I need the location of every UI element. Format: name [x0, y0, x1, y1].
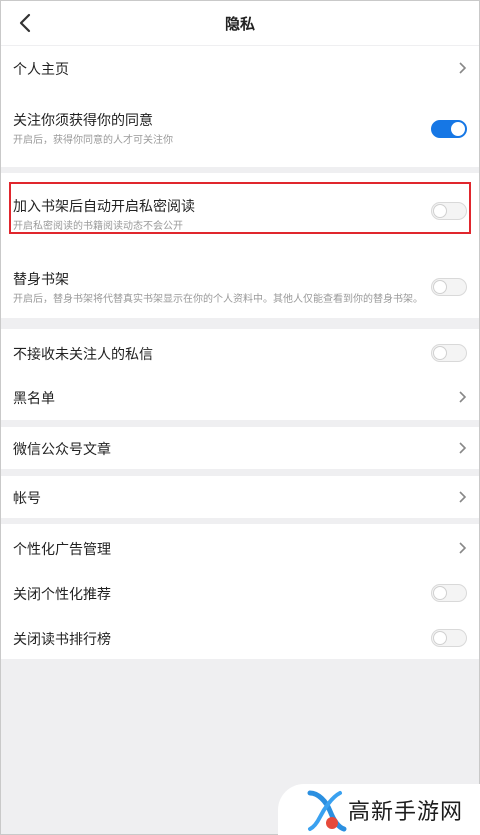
- close-recommend-label: 关闭个性化推荐: [13, 587, 111, 603]
- blacklist-label: 黑名单: [13, 391, 55, 407]
- chevron-right-icon: [459, 391, 467, 403]
- section-ads: 个性化广告管理 关闭个性化推荐 关闭读书排行榜: [1, 524, 479, 659]
- substitute-shelf-toggle[interactable]: [431, 278, 467, 296]
- close-ranking-label: 关闭读书排行榜: [13, 632, 111, 648]
- toggle-knob: [433, 631, 447, 645]
- close-ranking-toggle[interactable]: [431, 629, 467, 647]
- wechat-articles-label: 微信公众号文章: [13, 442, 111, 458]
- follow-consent-label: 关注你须获得你的同意: [13, 113, 153, 129]
- substitute-shelf-label: 替身书架: [13, 272, 69, 288]
- page-title: 隐私: [224, 15, 255, 33]
- substitute-shelf-row: 替身书架 开启后，替身书架将代替真实书架显示在你的个人资料中。其他人仅能查看到你…: [1, 265, 479, 305]
- section-account: 帐号: [1, 476, 479, 518]
- ad-management-label: 个性化广告管理: [13, 542, 111, 558]
- ad-management-row[interactable]: 个性化广告管理: [1, 524, 479, 569]
- close-recommend-toggle[interactable]: [431, 584, 467, 602]
- account-row[interactable]: 帐号: [1, 476, 479, 518]
- follow-consent-toggle[interactable]: [431, 120, 467, 138]
- substitute-shelf-desc: 开启后，替身书架将代替真实书架显示在你的个人资料中。其他人仅能查看到你的替身书架…: [13, 294, 423, 305]
- chevron-right-icon: [459, 62, 467, 74]
- close-ranking-row: 关闭读书排行榜: [1, 614, 479, 659]
- homepage-label: 个人主页: [13, 62, 69, 78]
- nav-header: 隐私: [1, 1, 479, 45]
- toggle-knob: [433, 586, 447, 600]
- no-stranger-msg-row: 不接收未关注人的私信: [1, 329, 479, 375]
- follow-consent-row: 关注你须获得你的同意 开启后，获得你同意的人才可关注你: [1, 108, 479, 148]
- watermark-badge: 高新手游网: [278, 784, 480, 835]
- account-label: 帐号: [13, 491, 41, 507]
- follow-consent-desc: 开启后，获得你同意的人才可关注你: [13, 135, 173, 146]
- close-recommend-row: 关闭个性化推荐: [1, 569, 479, 614]
- toggle-knob: [451, 122, 465, 136]
- wechat-articles-row[interactable]: 微信公众号文章: [1, 427, 479, 469]
- highlight-box: [9, 182, 471, 234]
- section-wechat: 微信公众号文章: [1, 427, 479, 469]
- no-stranger-msg-toggle[interactable]: [431, 344, 467, 362]
- section-messages: 不接收未关注人的私信 黑名单: [1, 329, 479, 420]
- chevron-right-icon: [459, 442, 467, 454]
- toggle-knob: [433, 346, 447, 360]
- watermark-text: 高新手游网: [348, 800, 464, 825]
- homepage-row[interactable]: 个人主页: [1, 46, 479, 90]
- chevron-right-icon: [459, 542, 467, 554]
- toggle-knob: [433, 280, 447, 294]
- blacklist-row[interactable]: 黑名单: [1, 375, 479, 420]
- chevron-right-icon: [459, 491, 467, 503]
- site-logo-icon: [307, 790, 347, 832]
- no-stranger-msg-label: 不接收未关注人的私信: [13, 347, 153, 363]
- section-profile: 个人主页 关注你须获得你的同意 开启后，获得你同意的人才可关注你: [1, 46, 479, 167]
